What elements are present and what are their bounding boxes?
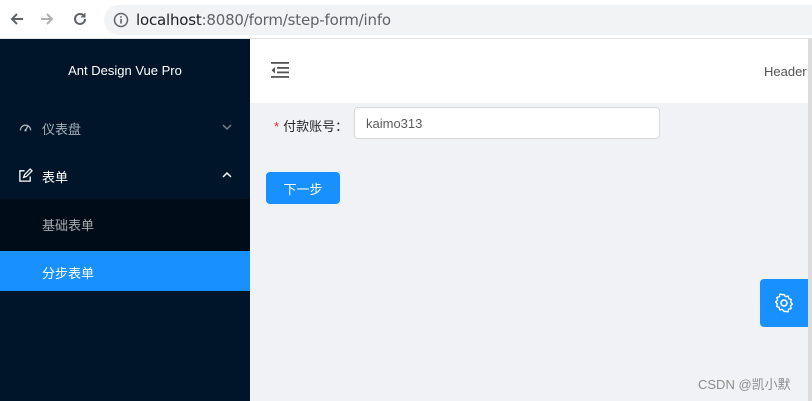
url-path: :8080/form/step-form/info (201, 11, 392, 29)
address-bar[interactable]: localhost:8080/form/step-form/info (104, 5, 812, 35)
account-label-text: 付款账号： (283, 119, 349, 134)
required-mark: * (274, 119, 280, 134)
sidebar: Ant Design Vue Pro 仪表盘 表单 基础表单 分步表单 (0, 39, 250, 401)
reload-icon (74, 12, 86, 25)
arrow-right-icon (41, 13, 54, 25)
header-right-text: Header (764, 64, 807, 79)
sidebar-item-form[interactable]: 表单 (0, 155, 250, 195)
url-host: localhost (136, 11, 202, 29)
sidebar-item-label: 分步表单 (42, 267, 95, 282)
scrollbar[interactable] (808, 39, 812, 401)
sidebar-item-label: 仪表盘 (42, 123, 82, 138)
next-step-button[interactable]: 下一步 (266, 172, 340, 204)
arrow-left-icon (10, 13, 23, 25)
sidebar-item-label: 表单 (42, 171, 69, 186)
chevron-up-icon (222, 171, 232, 178)
url-text: localhost:8080/form/step-form/info (136, 11, 391, 29)
settings-drawer-button[interactable] (760, 279, 808, 327)
sidebar-item-step-form[interactable]: 分步表单 (0, 251, 250, 291)
back-button[interactable] (6, 8, 28, 30)
browser-toolbar: localhost:8080/form/step-form/info (0, 0, 812, 39)
menu-fold-icon[interactable] (270, 61, 290, 79)
account-label: * 付款账号： (274, 116, 348, 135)
header: Header (250, 39, 808, 103)
account-input[interactable] (354, 107, 660, 139)
watermark-text: CSDN @凯小默 (698, 377, 791, 392)
sidebar-item-dashboard[interactable]: 仪表盘 (0, 107, 250, 147)
gear-icon (774, 293, 794, 313)
reload-button[interactable] (69, 8, 91, 30)
info-icon (113, 12, 129, 28)
form-icon (19, 168, 33, 182)
forward-button[interactable] (36, 8, 58, 30)
sidebar-item-label: 基础表单 (42, 219, 95, 234)
logo-text[interactable]: Ant Design Vue Pro (0, 63, 250, 78)
dashboard-icon (19, 124, 32, 132)
chevron-down-icon (222, 124, 232, 131)
sidebar-item-basic-form[interactable]: 基础表单 (0, 203, 250, 243)
